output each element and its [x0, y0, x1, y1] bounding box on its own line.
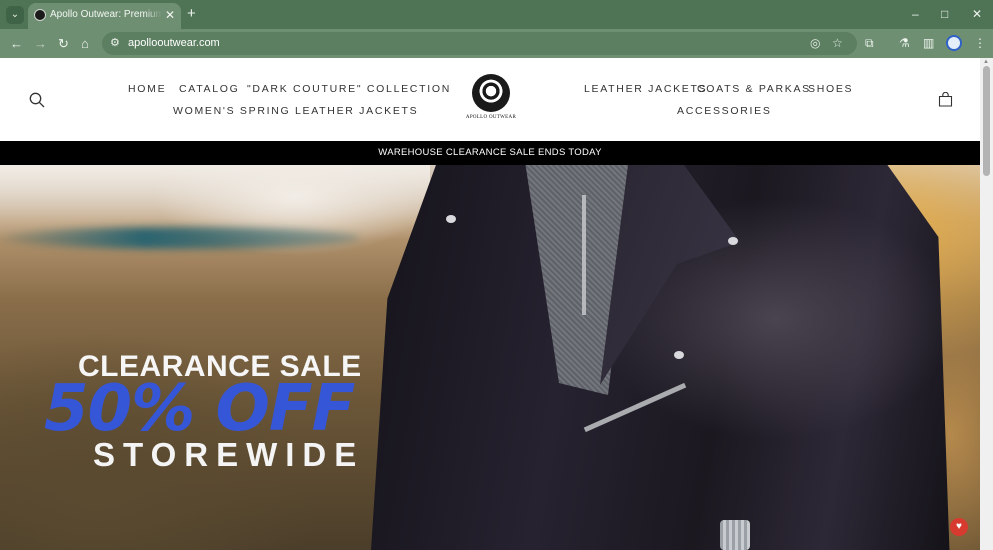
- new-tab-button[interactable]: +: [187, 6, 196, 22]
- hero-model-leather-jacket-image: [370, 165, 950, 550]
- forward-button[interactable]: →: [34, 36, 47, 51]
- chevron-down-icon: ⌄: [10, 9, 20, 20]
- sidebar-icon[interactable]: ▥: [923, 36, 934, 51]
- nav-accessories[interactable]: ACCESSORIES: [677, 105, 772, 117]
- scrollbar-thumb[interactable]: [983, 66, 990, 176]
- logo-text: APOLLO OUTWEAR: [465, 115, 517, 120]
- nav-leather-jackets[interactable]: LEATHER JACKETS: [584, 83, 707, 95]
- hero-background-hill: [0, 227, 360, 249]
- address-bar[interactable]: ⚙ apollooutwear.com ◎ ☆: [102, 32, 857, 55]
- reload-button[interactable]: ↻: [58, 36, 69, 51]
- nav-shoes[interactable]: SHOES: [808, 83, 853, 95]
- eye-off-icon[interactable]: ◎: [810, 36, 820, 50]
- lab-flask-icon[interactable]: ⚗: [899, 36, 910, 51]
- site-favicon-icon: [34, 9, 46, 21]
- site-logo[interactable]: APOLLO OUTWEAR: [463, 74, 519, 126]
- announcement-bar[interactable]: WAREHOUSE CLEARANCE SALE ENDS TODAY: [0, 141, 980, 165]
- jacket-stud: [728, 237, 738, 245]
- profile-avatar[interactable]: [946, 35, 962, 51]
- extensions-icon[interactable]: ⧉: [865, 36, 874, 51]
- site-header: HOME CATALOG "DARK COUTURE" COLLECTION W…: [0, 58, 980, 141]
- browser-tab-bar: ⌄ Apollo Outwear: Premium Quality ✕ + – …: [0, 0, 993, 29]
- nav-coats-parkas[interactable]: COATS & PARKAS: [697, 83, 811, 95]
- wrist-watch: [720, 520, 750, 550]
- jacket-stud: [446, 215, 456, 223]
- search-icon[interactable]: [29, 92, 45, 108]
- jacket-stud: [674, 351, 684, 359]
- star-icon[interactable]: ☆: [832, 36, 843, 50]
- promo-subheadline: STOREWIDE: [93, 436, 365, 473]
- sweater-zip: [582, 195, 586, 315]
- tab-title: Apollo Outwear: Premium Quality: [50, 9, 162, 20]
- menu-kebab-icon[interactable]: ⋮: [974, 36, 986, 51]
- lion-logo-icon: [472, 74, 510, 112]
- promo-discount: 50% OFF: [44, 372, 355, 446]
- nav-home[interactable]: HOME: [128, 83, 166, 95]
- chat-widget-icon[interactable]: ♥: [950, 518, 968, 536]
- site-info-icon[interactable]: ⚙: [110, 36, 120, 49]
- url-text: apollooutwear.com: [128, 37, 220, 49]
- nav-womens-spring-leather-jackets[interactable]: WOMEN'S SPRING LEATHER JACKETS: [173, 105, 418, 117]
- close-window-button[interactable]: ✕: [972, 7, 982, 21]
- back-button[interactable]: ←: [10, 36, 23, 51]
- nav-dark-couture-collection[interactable]: "DARK COUTURE" COLLECTION: [247, 83, 451, 95]
- scroll-up-arrow-icon[interactable]: ▲: [983, 59, 989, 65]
- nav-catalog[interactable]: CATALOG: [179, 83, 240, 95]
- minimize-button[interactable]: –: [912, 7, 919, 21]
- tab-search-button[interactable]: ⌄: [6, 6, 24, 24]
- tab-close-button[interactable]: ✕: [165, 8, 175, 22]
- maximize-button[interactable]: □: [941, 7, 948, 21]
- browser-toolbar: ← → ↻ ⌂ ⚙ apollooutwear.com ◎ ☆ ⧉ ⚗ ▥ ⋮: [0, 29, 993, 58]
- browser-tab-active[interactable]: Apollo Outwear: Premium Quality ✕: [28, 3, 181, 29]
- home-button[interactable]: ⌂: [81, 36, 89, 51]
- page-scrollbar[interactable]: ▲: [980, 58, 993, 550]
- shopping-bag-icon[interactable]: [938, 92, 953, 107]
